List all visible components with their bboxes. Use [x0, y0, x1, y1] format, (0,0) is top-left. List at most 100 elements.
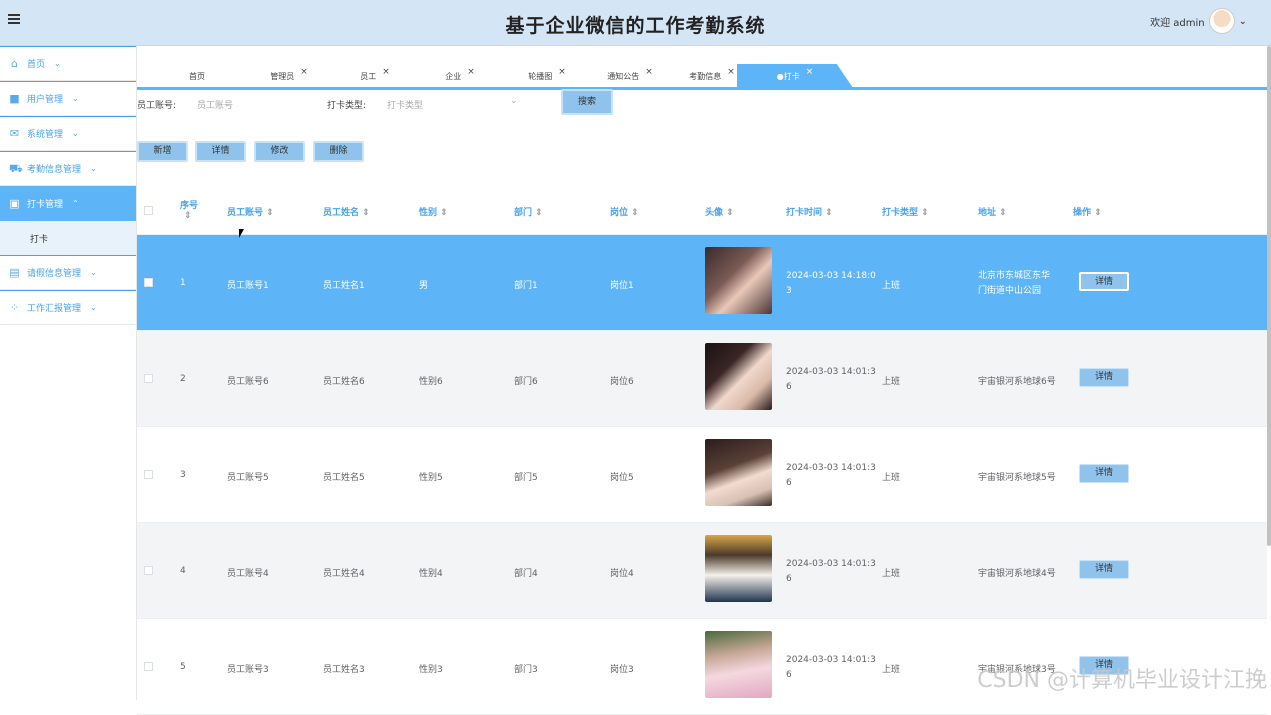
close-icon[interactable]: × [558, 67, 566, 77]
sort-icon[interactable]: ⇕ [631, 208, 639, 218]
sort-icon[interactable]: ⇕ [999, 208, 1007, 218]
cell-post: 岗位5 [610, 470, 634, 483]
row-checkbox[interactable] [144, 374, 153, 383]
time-line: 2024-03-03 14:01:3 [786, 655, 876, 665]
employee-photo[interactable] [705, 535, 772, 602]
sort-icon[interactable]: ⇕ [921, 208, 929, 218]
welcome-text: 欢迎 admin [1150, 14, 1205, 29]
column-header-type[interactable]: 打卡类型 ⇕ [882, 205, 929, 218]
row-detail-button[interactable]: 详情 [1079, 272, 1129, 291]
employee-account-input[interactable]: 员工账号 [197, 98, 233, 111]
close-icon[interactable]: × [645, 67, 653, 77]
column-header-account[interactable]: 员工账号 ⇕ [227, 205, 274, 218]
tab-home[interactable]: 首页 [167, 64, 227, 88]
column-header-gender[interactable]: 性别 ⇕ [419, 205, 448, 218]
cell-name: 员工姓名3 [323, 662, 365, 675]
column-label: 打卡时间 [786, 208, 822, 218]
table-row[interactable]: 4 员工账号4 员工姓名4 性别4 部门4 岗位4 2024-03-03 14:… [137, 523, 1267, 619]
sort-icon[interactable]: ⇕ [362, 208, 370, 218]
tab-company[interactable]: 企业× [420, 64, 500, 88]
user-menu[interactable]: 欢迎 admin ⌄ [1150, 8, 1247, 34]
sidebar-item-report[interactable]: ⁘工作汇报管理⌄ [0, 290, 136, 325]
cell-name: 员工姓名5 [323, 470, 365, 483]
clock-type-label: 打卡类型: [327, 98, 366, 111]
sidebar-item-attendance[interactable]: ⛟考勤信息管理⌄ [0, 151, 136, 186]
close-icon[interactable]: × [382, 67, 390, 77]
column-header-time[interactable]: 打卡时间 ⇕ [786, 205, 833, 218]
tab-admin[interactable]: 管理员× [249, 64, 329, 88]
column-header-post[interactable]: 岗位 ⇕ [610, 205, 639, 218]
sidebar-item-home[interactable]: ⌂首页⌄ [0, 46, 136, 81]
tab-label: 轮播图 [528, 71, 552, 82]
cell-name: 员工姓名1 [323, 278, 365, 291]
sidebar-item-users[interactable]: ■用户管理⌄ [0, 81, 136, 116]
close-icon[interactable]: × [727, 67, 735, 77]
vertical-scrollbar[interactable] [1267, 46, 1271, 546]
sort-icon[interactable]: ⇕ [266, 208, 274, 218]
sidebar-item-clockin[interactable]: ▣打卡管理⌃ [0, 186, 136, 221]
sidebar-subitem-clockin[interactable]: 打卡 [0, 221, 136, 255]
table-row[interactable]: 3 员工账号5 员工姓名5 性别5 部门5 岗位5 2024-03-03 14:… [137, 427, 1267, 523]
row-detail-button[interactable]: 详情 [1079, 464, 1129, 483]
close-icon[interactable]: × [806, 67, 814, 77]
tab-label: 员工 [360, 71, 376, 82]
sort-icon[interactable]: ⇕ [1094, 208, 1102, 218]
column-header-index[interactable]: 序号⇕ [180, 198, 198, 221]
employee-photo[interactable] [705, 343, 772, 410]
tab-clockin[interactable]: ●打卡× [737, 64, 853, 88]
sort-icon[interactable]: ⇕ [184, 211, 192, 221]
cell-post: 岗位3 [610, 662, 634, 675]
column-header-address[interactable]: 地址 ⇕ [978, 205, 1007, 218]
close-icon[interactable]: × [300, 67, 308, 77]
home-icon: ⌂ [9, 58, 20, 69]
sort-icon[interactable]: ⇕ [825, 208, 833, 218]
tab-notice[interactable]: 通知公告 × [585, 64, 675, 88]
employee-photo[interactable] [705, 631, 772, 698]
sort-icon[interactable]: ⇕ [440, 208, 448, 218]
row-checkbox[interactable] [144, 278, 153, 287]
sidebar-item-leave[interactable]: ▤请假信息管理⌄ [0, 255, 136, 290]
chevron-down-icon[interactable]: ⌄ [510, 96, 518, 106]
tab-employee[interactable]: 员工 × [335, 64, 415, 88]
sidebar-item-system[interactable]: ✉系统管理⌄ [0, 116, 136, 151]
column-header-dept[interactable]: 部门 ⇕ [514, 205, 543, 218]
detail-button[interactable]: 详情 [195, 141, 246, 162]
edit-button[interactable]: 修改 [254, 141, 305, 162]
row-checkbox[interactable] [144, 566, 153, 575]
sort-icon[interactable]: ⇕ [535, 208, 543, 218]
tab-label: 通知公告 [607, 71, 639, 82]
clock-type-select[interactable]: 打卡类型 [387, 98, 423, 111]
column-label: 地址 [978, 208, 996, 218]
tab-bar: 首页 管理员× 员工× 企业× 轮播图× 通知公告× 考勤信息× ●打卡× [137, 58, 1267, 90]
mouse-cursor-icon [239, 229, 244, 238]
time-line: 2024-03-03 14:01:3 [786, 463, 876, 473]
cell-gender: 性别5 [419, 470, 443, 483]
column-header-action[interactable]: 操作 ⇕ [1073, 205, 1102, 218]
tab-carousel[interactable]: 轮播图 × [502, 64, 592, 88]
employee-photo[interactable] [705, 439, 772, 506]
column-header-avatar[interactable]: 头像 ⇕ [705, 205, 734, 218]
chevron-down-icon[interactable]: ⌄ [1239, 16, 1247, 27]
delete-button[interactable]: 删除 [313, 141, 364, 162]
address-line: 门街道中山公园 [978, 286, 1041, 296]
row-checkbox[interactable] [144, 662, 153, 671]
sort-icon[interactable]: ⇕ [726, 208, 734, 218]
close-icon[interactable]: × [467, 67, 475, 77]
row-checkbox[interactable] [144, 470, 153, 479]
table-row[interactable]: 1 员工账号1 员工姓名1 男 部门1 岗位1 2024-03-03 14:18… [137, 235, 1267, 331]
employee-photo[interactable] [705, 247, 772, 314]
table-row[interactable]: 2 员工账号6 员工姓名6 性别6 部门6 岗位6 2024-03-03 14:… [137, 331, 1267, 427]
row-detail-button[interactable]: 详情 [1079, 560, 1129, 579]
row-detail-button[interactable]: 详情 [1079, 368, 1129, 387]
avatar[interactable] [1209, 8, 1235, 34]
time-line: 3 [786, 286, 792, 296]
add-button[interactable]: 新增 [137, 141, 188, 162]
column-header-name[interactable]: 员工姓名 ⇕ [323, 205, 370, 218]
search-bar: 员工账号: 员工账号 打卡类型: 打卡类型 ⌄ 搜索 [137, 92, 1267, 116]
sidebar: ⌂首页⌄ ■用户管理⌄ ✉系统管理⌄ ⛟考勤信息管理⌄ ▣打卡管理⌃ 打卡 ▤请… [0, 46, 137, 700]
cell-name: 员工姓名4 [323, 566, 365, 579]
search-button[interactable]: 搜索 [561, 89, 613, 115]
column-label: 操作 [1073, 208, 1091, 218]
sidebar-item-label: 请假信息管理 [27, 266, 81, 279]
select-all-checkbox[interactable] [144, 206, 153, 215]
